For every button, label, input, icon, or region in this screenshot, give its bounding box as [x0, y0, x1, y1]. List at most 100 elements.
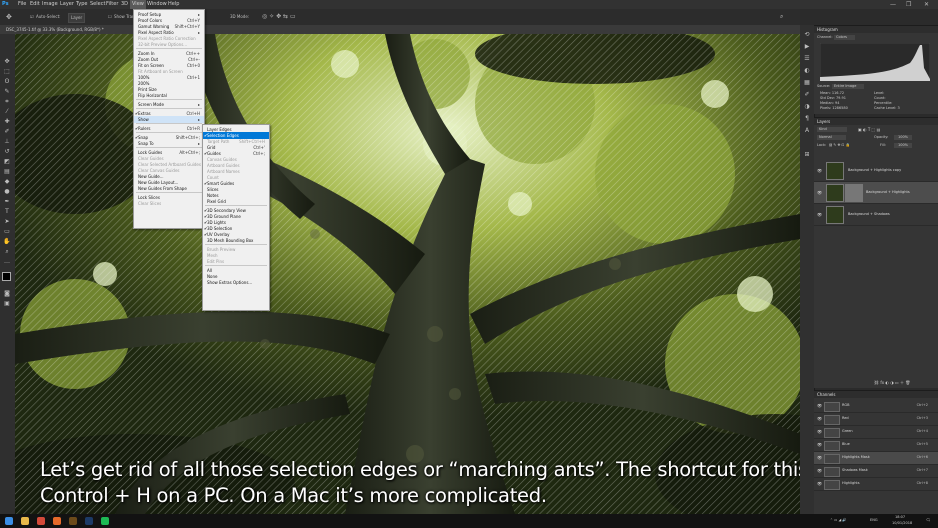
layers-panel-header[interactable]: Layers: [814, 118, 938, 125]
histogram-source-dropdown[interactable]: Entire Image: [832, 84, 865, 89]
eye-icon[interactable]: 👁: [817, 168, 822, 173]
blur-tool-icon[interactable]: ◆: [3, 178, 11, 185]
color-panel-icon[interactable]: ◐: [803, 67, 811, 74]
actions-panel-icon[interactable]: ▶: [803, 43, 811, 50]
auto-select-checkbox[interactable]: ☑: [30, 13, 34, 21]
menu-file[interactable]: File: [18, 0, 26, 9]
move-tool-icon[interactable]: ✥: [6, 13, 12, 21]
view_menu-item-screen-mode[interactable]: Screen Mode ▸: [134, 101, 204, 108]
menu-select[interactable]: Select: [90, 0, 105, 9]
histogram-channel-dropdown[interactable]: Colors: [834, 35, 855, 40]
swatches-panel-icon[interactable]: ▦: [803, 79, 811, 86]
lasso-tool-icon[interactable]: ʘ: [3, 78, 11, 85]
eye-icon[interactable]: 👁: [817, 212, 822, 217]
brush-panel-icon[interactable]: ✐: [803, 91, 811, 98]
layer-row-selected[interactable]: 👁 Background + Highlights: [814, 182, 938, 204]
search-icon[interactable]: ⌕: [780, 13, 783, 21]
zoom-tool-icon[interactable]: ⌕: [3, 248, 11, 255]
properties-panel-icon[interactable]: ☰: [803, 55, 811, 62]
channels-panel-header[interactable]: Channels: [814, 391, 938, 398]
history-panel-icon[interactable]: ⟲: [803, 31, 811, 38]
dodge-tool-icon[interactable]: ●: [3, 188, 11, 195]
eye-icon[interactable]: 👁: [817, 416, 822, 421]
gradient-tool-icon[interactable]: ▤: [3, 168, 11, 175]
chrome-icon[interactable]: [37, 517, 45, 525]
menu-type[interactable]: Type: [76, 0, 87, 9]
eye-icon[interactable]: 👁: [817, 429, 822, 434]
brush-tool-icon[interactable]: ✐: [3, 128, 11, 135]
opacity-input[interactable]: 100%: [894, 135, 913, 140]
healing-brush-tool-icon[interactable]: ✚: [3, 118, 11, 125]
eyedropper-tool-icon[interactable]: ⁄: [3, 108, 11, 115]
view_menu-item-flip-horizontal[interactable]: Flip Horizontal: [134, 92, 204, 99]
libraries-panel-icon[interactable]: ⊞: [803, 151, 811, 158]
file-explorer-icon[interactable]: [21, 517, 29, 525]
eye-icon[interactable]: 👁: [817, 481, 822, 486]
clock-date[interactable]: 10/01/2018: [892, 521, 912, 526]
eraser-tool-icon[interactable]: ◩: [3, 158, 11, 165]
restore-icon[interactable]: ❐: [906, 0, 911, 9]
show_menu-item-pixel-grid[interactable]: Pixel Grid: [203, 198, 269, 205]
layer-mask-thumbnail[interactable]: [845, 184, 863, 202]
notifications-icon[interactable]: 🗨: [926, 518, 930, 523]
minimize-icon[interactable]: —: [890, 0, 896, 9]
view_menu-item-snap-to[interactable]: Snap To ▸: [134, 140, 204, 147]
marquee-tool-icon[interactable]: ⬚: [3, 68, 11, 75]
fill-input[interactable]: 100%: [894, 143, 913, 148]
3d-orbit-icon[interactable]: ◎ ✧ ✥ ⇆ ▭: [262, 13, 296, 21]
shape-tool-icon[interactable]: ▭: [3, 228, 11, 235]
show-transform-checkbox[interactable]: ☐: [108, 13, 112, 21]
type-tool-icon[interactable]: T: [3, 208, 11, 215]
histogram-panel-header[interactable]: Histogram: [814, 26, 938, 33]
layer-row[interactable]: 👁 Background + Shadows: [814, 204, 938, 226]
more-tools-icon[interactable]: …: [3, 258, 11, 265]
channel-row-shadows-mask[interactable]: 👁 Shadows Mask Ctrl+7: [814, 465, 938, 478]
view_menu-item-rulers[interactable]: ✔ Rulers Ctrl+R: [134, 125, 204, 132]
eye-icon[interactable]: 👁: [817, 468, 822, 473]
eye-icon[interactable]: 👁: [817, 455, 822, 460]
character-panel-icon[interactable]: A: [803, 127, 811, 134]
channel-row-highlights[interactable]: 👁 Highlights Ctrl+8: [814, 478, 938, 491]
clone-stamp-tool-icon[interactable]: ⊥: [3, 138, 11, 145]
menu-3d[interactable]: 3D: [121, 0, 128, 9]
eye-icon[interactable]: 👁: [817, 403, 822, 408]
quick-mask-icon[interactable]: ◙: [3, 290, 11, 297]
clock-time[interactable]: 18:07: [895, 515, 905, 520]
channel-row-blue[interactable]: 👁 Blue Ctrl+5: [814, 439, 938, 452]
auto-select-dropdown[interactable]: Layer: [68, 13, 86, 23]
layer-row[interactable]: 👁 Background + Highlights copy: [814, 160, 938, 182]
view_menu-item-new-guides-from-shape[interactable]: New Guides From Shape: [134, 185, 204, 192]
menu-view[interactable]: View: [130, 0, 146, 9]
eye-icon[interactable]: 👁: [817, 190, 822, 195]
spotify-icon[interactable]: [101, 517, 109, 525]
channel-row-highlights-mask[interactable]: 👁 Highlights Mask Ctrl+6: [814, 452, 938, 465]
show_menu-item-show-extras-options[interactable]: Show Extras Options...: [203, 279, 269, 286]
lock-icons[interactable]: ▨ ✎ ✥ ⊡ 🔒: [829, 143, 850, 148]
view_menu-item-show[interactable]: Show ▸: [134, 116, 204, 123]
menu-edit[interactable]: Edit: [30, 0, 40, 9]
paragraph-panel-icon[interactable]: ¶: [803, 115, 811, 122]
close-icon[interactable]: ✕: [924, 0, 929, 9]
layer-filter-icons[interactable]: ▣ ◐ T ⬚ ▤: [858, 127, 880, 132]
menu-image[interactable]: Image: [42, 0, 58, 9]
channel-row-rgb[interactable]: 👁 RGB Ctrl+2: [814, 400, 938, 413]
quick-select-tool-icon[interactable]: ✎: [3, 88, 11, 95]
menu-layer[interactable]: Layer: [60, 0, 74, 9]
firefox-icon[interactable]: [53, 517, 61, 525]
crop-tool-icon[interactable]: ⌗: [3, 98, 11, 105]
document-tab[interactable]: DSC_3745-1.tif @ 33.3% (Background, RGB/…: [0, 25, 800, 34]
blend-mode-dropdown[interactable]: Normal: [817, 135, 846, 140]
windows-icon[interactable]: [5, 517, 13, 525]
menu-window[interactable]: Window: [147, 0, 167, 9]
pen-tool-icon[interactable]: ✒: [3, 198, 11, 205]
bridge-icon[interactable]: [69, 517, 77, 525]
move-tool-icon[interactable]: ✥: [3, 58, 11, 65]
layer-filter-dropdown[interactable]: Kind: [817, 127, 847, 132]
photoshop-logo-icon[interactable]: Ps: [2, 0, 9, 9]
hand-tool-icon[interactable]: ✋: [3, 238, 11, 245]
foreground-color-swatch[interactable]: [2, 272, 11, 281]
menu-help[interactable]: Help: [168, 0, 179, 9]
language-indicator[interactable]: ENG: [870, 518, 878, 523]
adjustments-panel-icon[interactable]: ◑: [803, 103, 811, 110]
layer-footer-icons[interactable]: ⛓ fx ◐ ◑ ▭ ＋ 🗑: [874, 380, 910, 385]
